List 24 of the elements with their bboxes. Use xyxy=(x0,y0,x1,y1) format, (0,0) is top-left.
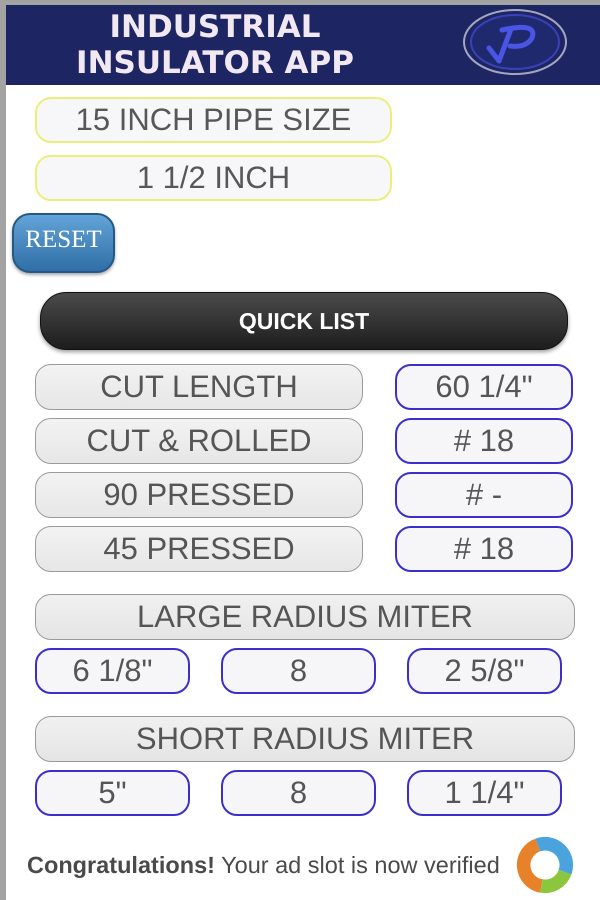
miter-value: 2 5/8" xyxy=(407,648,562,694)
ring-logo-icon xyxy=(516,836,574,894)
miter-value: 1 1/4" xyxy=(407,770,562,816)
measurement-label: 45 PRESSED xyxy=(35,526,363,572)
measurement-label: CUT LENGTH xyxy=(35,364,363,410)
select-field[interactable]: 15 INCH PIPE SIZE xyxy=(35,97,392,143)
measurement-value: # - xyxy=(395,472,573,518)
select-field[interactable]: 1 1/2 INCH xyxy=(35,155,392,201)
measurement-value: 60 1/4" xyxy=(395,364,573,410)
measurement-label: CUT & ROLLED xyxy=(35,418,363,464)
miter-heading: LARGE RADIUS MITER xyxy=(35,594,575,640)
reset-button[interactable]: RESET xyxy=(12,213,115,273)
miter-value: 8 xyxy=(221,648,376,694)
measurement-value: # 18 xyxy=(395,418,573,464)
miter-value: 6 1/8" xyxy=(35,648,190,694)
logo-icon xyxy=(462,8,568,76)
measurement-value: # 18 xyxy=(395,526,573,572)
quick-list-button[interactable]: QUICK LIST xyxy=(40,292,568,350)
miter-value: 5" xyxy=(35,770,190,816)
measurement-label: 90 PRESSED xyxy=(35,472,363,518)
ad-message: Congratulations! Your ad slot is now verified xyxy=(27,852,500,878)
app-title: INDUSTRIAL INSULATOR APP xyxy=(75,9,355,81)
miter-value: 8 xyxy=(221,770,376,816)
miter-heading: SHORT RADIUS MITER xyxy=(35,716,575,762)
